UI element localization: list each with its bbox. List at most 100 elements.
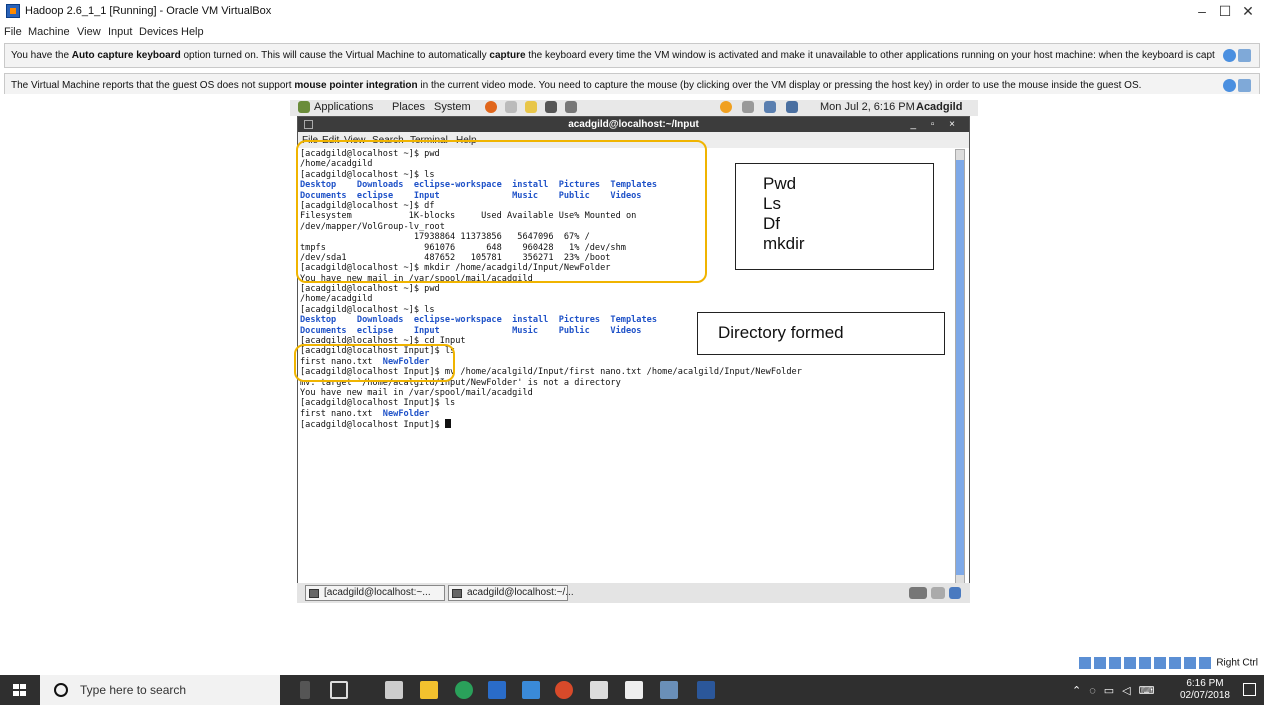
trash-icon[interactable] — [949, 587, 961, 599]
notes-icon[interactable] — [525, 101, 537, 113]
commands-note: Pwd Ls Df mkdir — [735, 163, 934, 270]
notice-text: the keyboard every time the VM window is… — [528, 50, 1215, 61]
info-icon[interactable] — [1223, 49, 1236, 62]
menu-places[interactable]: Places — [392, 101, 425, 113]
virtualbox-taskbar-icon[interactable] — [660, 681, 678, 699]
virtualbox-icon — [6, 4, 20, 18]
terminal-window-icon — [304, 120, 313, 129]
task-view-icon[interactable] — [330, 681, 348, 699]
taskbar-terminal-1[interactable]: [acadgild@localhost:~... — [305, 585, 445, 601]
mail-icon[interactable] — [522, 681, 540, 699]
shared-folder-icon[interactable] — [1138, 657, 1151, 669]
cortana-icon — [54, 683, 68, 697]
calculator-icon[interactable] — [385, 681, 403, 699]
chrome-icon[interactable] — [455, 681, 473, 699]
browser-icon[interactable] — [555, 681, 573, 699]
audio-icon[interactable] — [1108, 657, 1121, 669]
menubar: File Machine View Input Devices Help — [0, 22, 1264, 40]
guest-user[interactable]: Acadgild — [916, 101, 962, 113]
store-icon[interactable] — [590, 681, 608, 699]
guest-datetime[interactable]: Mon Jul 2, 6:16 PM — [820, 101, 915, 113]
volume-icon[interactable] — [742, 101, 754, 113]
terminal-cursor — [444, 419, 451, 429]
battery-icon[interactable] — [786, 101, 798, 113]
workspace-icon[interactable] — [931, 587, 945, 599]
dismiss-icon[interactable] — [1238, 79, 1251, 92]
update-icon[interactable] — [720, 101, 732, 113]
notice-text: option turned on. This will cause the Vi… — [180, 50, 490, 61]
notice-text: You have the — [11, 50, 72, 61]
word-icon[interactable] — [697, 681, 715, 699]
window-titlebar: Hadoop 2.6_1_1 [Running] - Oracle VM Vir… — [0, 0, 1264, 22]
network-icon[interactable] — [565, 101, 577, 113]
terminal-line-text: Documents eclipse Input Music Public Vid… — [300, 325, 642, 336]
taskbar-label: acadgild@localhost:~/... — [467, 587, 574, 598]
menu-help[interactable]: Help — [181, 26, 204, 38]
capture-icon[interactable] — [1168, 657, 1181, 669]
microphone-icon[interactable] — [300, 681, 310, 699]
clock-time: 6:16 PM — [1186, 678, 1224, 689]
highlight-cd-ls — [294, 344, 455, 382]
terminal-title: acadgild@localhost:~/Input — [568, 119, 699, 130]
mouse-icon[interactable] — [1183, 657, 1196, 669]
taskbar-terminal-2[interactable]: acadgild@localhost:~/... — [448, 585, 574, 601]
tray-icons[interactable]: ⌃◌▭◁⌨ — [1072, 684, 1162, 697]
guest-top-panel: Applications Places System Mon Jul 2, 6:… — [290, 100, 978, 116]
info-icon[interactable] — [1223, 79, 1236, 92]
scroll-up-arrow[interactable] — [956, 150, 964, 160]
note-line: Df — [763, 214, 780, 233]
terminal-line-text: first nano.txt — [300, 408, 383, 419]
directory-name: NewFolder — [382, 408, 430, 419]
menu-devices[interactable]: Devices — [139, 26, 178, 38]
applications-icon — [298, 101, 310, 113]
notice-text: in the current video mode. You need to c… — [417, 80, 1142, 91]
terminal-icon[interactable] — [545, 101, 557, 113]
monitor-icon[interactable] — [764, 101, 776, 113]
keyboard-capture-notice: You have the Auto capture keyboard optio… — [4, 43, 1260, 68]
help-icon[interactable] — [505, 101, 517, 113]
terminal-line-text: [acadgild@localhost Input]$ — [300, 420, 445, 431]
workspace-switcher-icon[interactable] — [909, 587, 927, 599]
system-tray: ⌃◌▭◁⌨ 6:16 PM 02/07/2018 — [1064, 675, 1264, 705]
notice-bold: Auto capture keyboard — [71, 50, 181, 61]
display-icon[interactable] — [1153, 657, 1166, 669]
clock-date: 02/07/2018 — [1179, 690, 1230, 701]
keyboard-icon[interactable] — [1198, 657, 1211, 669]
close-button[interactable]: ✕ — [1234, 2, 1262, 20]
terminal-titlebar: acadgild@localhost:~/Input _ ▫ × — [298, 117, 969, 132]
terminal-icon — [309, 589, 319, 598]
directory-note: Directory formed — [697, 312, 945, 355]
terminal-scrollbar[interactable] — [955, 149, 965, 586]
menu-system[interactable]: System — [434, 101, 471, 113]
terminal-line: You have new mail in /var/spool/mail/aca… — [300, 388, 952, 398]
menu-file[interactable]: File — [4, 26, 22, 38]
notifications-icon[interactable] — [1243, 683, 1256, 696]
menu-input[interactable]: Input — [108, 26, 132, 38]
firefox-icon[interactable] — [485, 101, 497, 113]
taskbar-search[interactable]: Type here to search — [40, 675, 280, 705]
search-placeholder: Type here to search — [80, 683, 187, 697]
terminal-line: [acadgild@localhost Input]$ — [300, 419, 952, 431]
usb-icon[interactable] — [1123, 657, 1136, 669]
terminal-line-text: You have new mail in /var/spool/mail/aca… — [300, 387, 533, 398]
taskbar-clock[interactable]: 6:16 PM 02/07/2018 — [1180, 678, 1230, 702]
note-line: mkdir — [763, 234, 805, 253]
terminal-line: [acadgild@localhost Input]$ ls — [300, 398, 952, 408]
start-button[interactable] — [0, 675, 40, 705]
highlight-commands — [296, 140, 707, 283]
hdd-icon[interactable] — [1078, 657, 1091, 669]
flipboard-icon[interactable] — [625, 681, 643, 699]
optical-icon[interactable] — [1093, 657, 1106, 669]
windows-taskbar: Type here to search ⌃◌▭◁⌨ 6:16 PM 02/07/… — [0, 675, 1264, 705]
notice-bold: mouse pointer integration — [294, 80, 418, 91]
menu-machine[interactable]: Machine — [28, 26, 70, 38]
menu-applications[interactable]: Applications — [314, 101, 373, 113]
terminal-window-buttons[interactable]: _ ▫ × — [910, 117, 961, 132]
terminal-line-text: [acadgild@localhost ~]$ ls — [300, 304, 435, 315]
terminal-icon — [452, 589, 462, 598]
app-icon[interactable] — [488, 681, 506, 699]
file-explorer-icon[interactable] — [420, 681, 438, 699]
menu-view[interactable]: View — [77, 26, 101, 38]
dismiss-icon[interactable] — [1238, 49, 1251, 62]
terminal-line-text: Desktop Downloads eclipse-workspace inst… — [300, 315, 657, 326]
